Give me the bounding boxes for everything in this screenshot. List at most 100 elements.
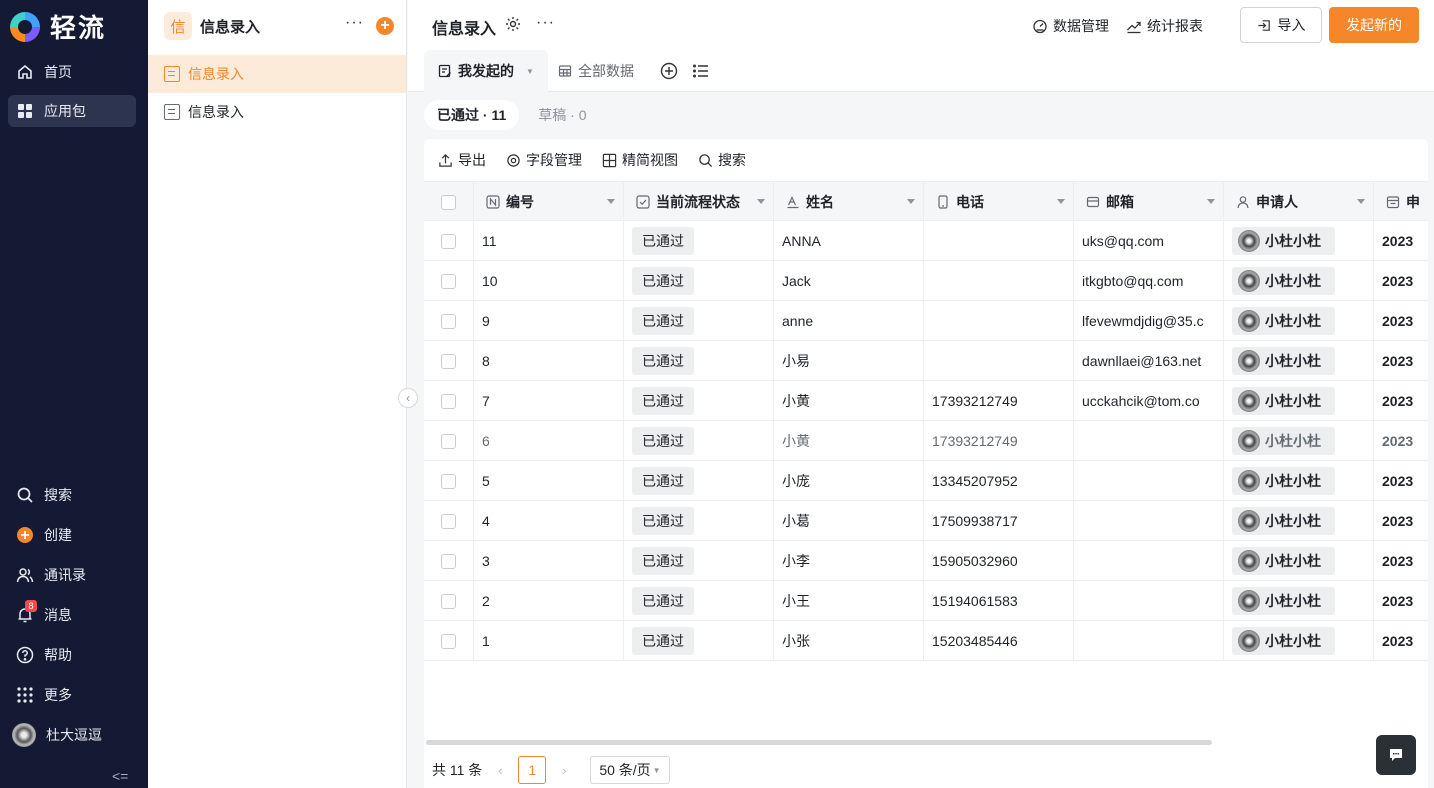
- row-checkbox[interactable]: [441, 473, 456, 489]
- row-checkbox[interactable]: [441, 393, 456, 409]
- nav-item-contacts[interactable]: 通讯录: [8, 559, 136, 591]
- row-checkbox[interactable]: [441, 273, 456, 289]
- column-header[interactable]: 姓名: [774, 182, 924, 222]
- chevron-down-icon[interactable]: [1357, 199, 1365, 204]
- collapse-sidebar-icon[interactable]: ‹: [398, 388, 418, 408]
- collapse-nav-icon[interactable]: <=: [112, 768, 128, 784]
- table-row[interactable]: 11 已通过 ANNA uks@qq.com 小杜小杜 2023: [424, 221, 1428, 261]
- table-row[interactable]: 7 已通过 小黄 17393212749 ucckahcik@tom.co 小杜小杜 202…: [424, 381, 1428, 421]
- row-checkbox[interactable]: [441, 353, 456, 369]
- nav-item-more[interactable]: 更多: [8, 679, 136, 711]
- column-header[interactable]: 邮箱: [1074, 182, 1224, 222]
- table-row[interactable]: 2 已通过 小王 15194061583 小杜小杜 2023: [424, 581, 1428, 621]
- applicant-chip[interactable]: 小杜小杜: [1232, 587, 1335, 615]
- tab-drafts[interactable]: 草稿 · 0: [525, 100, 599, 130]
- current-page-button[interactable]: 1: [518, 756, 547, 784]
- row-select-cell: [424, 501, 474, 541]
- column-header[interactable]: 编号: [474, 182, 624, 222]
- applicant-chip[interactable]: 小杜小杜: [1232, 627, 1335, 655]
- horizontal-scrollbar[interactable]: [426, 740, 1212, 745]
- table-header-row: 编号 当前流程状态 姓名 电话 邮箱 申请人 申: [424, 181, 1428, 222]
- chevron-down-icon[interactable]: [1207, 199, 1215, 204]
- chevron-down-icon[interactable]: [1057, 199, 1065, 204]
- brand-logo[interactable]: 轻流: [10, 8, 106, 45]
- sidebar-item-form[interactable]: 信息录入: [148, 93, 406, 131]
- table-row[interactable]: 9 已通过 anne lfevewmdjdig@35.c 小杜小杜 2023: [424, 301, 1428, 341]
- cell-status: 已通过: [624, 581, 774, 621]
- row-checkbox[interactable]: [441, 513, 456, 529]
- column-header[interactable]: 当前流程状态: [624, 182, 774, 222]
- chevron-down-icon: ▼: [652, 765, 661, 775]
- table-row[interactable]: 8 已通过 小易 dawnllaei@163.net 小杜小杜 2023: [424, 341, 1428, 381]
- applicant-chip[interactable]: 小杜小杜: [1232, 427, 1335, 455]
- table-row[interactable]: 4 已通过 小葛 17509938717 小杜小杜 2023: [424, 501, 1428, 541]
- new-record-button[interactable]: 发起新的: [1329, 7, 1419, 43]
- view-list-icon[interactable]: [692, 62, 710, 80]
- add-view-icon[interactable]: [660, 62, 678, 80]
- row-checkbox[interactable]: [441, 593, 456, 609]
- table-row[interactable]: 10 已通过 Jack itkgbto@qq.com 小杜小杜 2023: [424, 261, 1428, 301]
- row-select-cell: [424, 581, 474, 621]
- cell-name: 小易: [774, 341, 924, 381]
- column-header[interactable]: 申: [1374, 182, 1428, 222]
- column-header[interactable]: 电话: [924, 182, 1074, 222]
- nav-user[interactable]: 杜大逗逗: [8, 719, 136, 751]
- applicant-chip[interactable]: 小杜小杜: [1232, 387, 1335, 415]
- table-row[interactable]: 3 已通过 小李 15905032960 小杜小杜 2023: [424, 541, 1428, 581]
- tab-approved[interactable]: 已通过 · 11: [424, 100, 520, 130]
- import-button[interactable]: 导入: [1240, 7, 1322, 43]
- chat-support-button[interactable]: [1376, 735, 1416, 775]
- row-checkbox[interactable]: [441, 553, 456, 569]
- chevron-down-icon[interactable]: [757, 199, 765, 204]
- cell-applicant: 小杜小杜: [1224, 621, 1374, 661]
- table-row[interactable]: 1 已通过 小张 15203485446 小杜小杜 2023: [424, 621, 1428, 661]
- tab-my-submissions[interactable]: 我发起的 ▼: [424, 50, 548, 92]
- next-page-icon[interactable]: ›: [554, 763, 574, 778]
- column-header[interactable]: 申请人: [1224, 182, 1374, 222]
- applicant-chip[interactable]: 小杜小杜: [1232, 547, 1335, 575]
- more-icon[interactable]: ···: [536, 14, 555, 32]
- avatar: [1238, 430, 1260, 452]
- number-field-icon: [486, 195, 500, 209]
- tab-all-data[interactable]: 全部数据: [544, 50, 648, 92]
- chevron-down-icon[interactable]: ▼: [526, 67, 534, 76]
- chevron-down-icon[interactable]: [907, 199, 915, 204]
- applicant-chip[interactable]: 小杜小杜: [1232, 467, 1335, 495]
- row-checkbox[interactable]: [441, 633, 456, 649]
- select-all-checkbox[interactable]: [441, 194, 456, 210]
- applicant-chip[interactable]: 小杜小杜: [1232, 507, 1335, 535]
- chevron-down-icon[interactable]: [607, 199, 615, 204]
- prev-page-icon[interactable]: ‹: [490, 763, 510, 778]
- nav-item-help[interactable]: 帮助: [8, 639, 136, 671]
- search-icon: [16, 486, 34, 504]
- applicant-chip[interactable]: 小杜小杜: [1232, 347, 1335, 375]
- edit-form-icon: [438, 64, 451, 78]
- add-form-button[interactable]: +: [376, 17, 394, 35]
- applicant-chip[interactable]: 小杜小杜: [1232, 267, 1335, 295]
- field-manage-button[interactable]: 字段管理: [506, 150, 582, 170]
- row-checkbox[interactable]: [441, 233, 456, 249]
- applicant-chip[interactable]: 小杜小杜: [1232, 307, 1335, 335]
- nav-item-messages[interactable]: 8 消息: [8, 599, 136, 631]
- cell-date: 2023: [1382, 633, 1414, 649]
- row-checkbox[interactable]: [441, 433, 456, 449]
- table-row[interactable]: 6 已通过 小黄 17393212749 小杜小杜 2023: [424, 421, 1428, 461]
- cell-applicant: 小杜小杜: [1224, 461, 1374, 501]
- data-manage-link[interactable]: 数据管理: [1032, 16, 1109, 36]
- table-search-button[interactable]: 搜索: [698, 150, 746, 170]
- table-row[interactable]: 5 已通过 小庞 13345207952 小杜小杜 2023: [424, 461, 1428, 501]
- applicant-chip[interactable]: 小杜小杜: [1232, 227, 1335, 255]
- settings-icon[interactable]: [504, 15, 522, 33]
- more-icon[interactable]: ···: [345, 14, 364, 32]
- nav-item-apps[interactable]: 应用包: [8, 95, 136, 127]
- export-button[interactable]: 导出: [438, 150, 486, 170]
- nav-item-search[interactable]: 搜索: [8, 479, 136, 511]
- mail-field-icon: [1086, 196, 1100, 208]
- reports-link[interactable]: 统计报表: [1126, 16, 1203, 36]
- sidebar-item-form[interactable]: 信息录入: [148, 55, 406, 93]
- page-size-select[interactable]: 50 条/页 ▼: [590, 756, 670, 784]
- row-checkbox[interactable]: [441, 313, 456, 329]
- nav-item-home[interactable]: 首页: [8, 56, 136, 88]
- compact-view-button[interactable]: 精简视图: [602, 150, 678, 170]
- nav-item-create[interactable]: 创建: [8, 519, 136, 551]
